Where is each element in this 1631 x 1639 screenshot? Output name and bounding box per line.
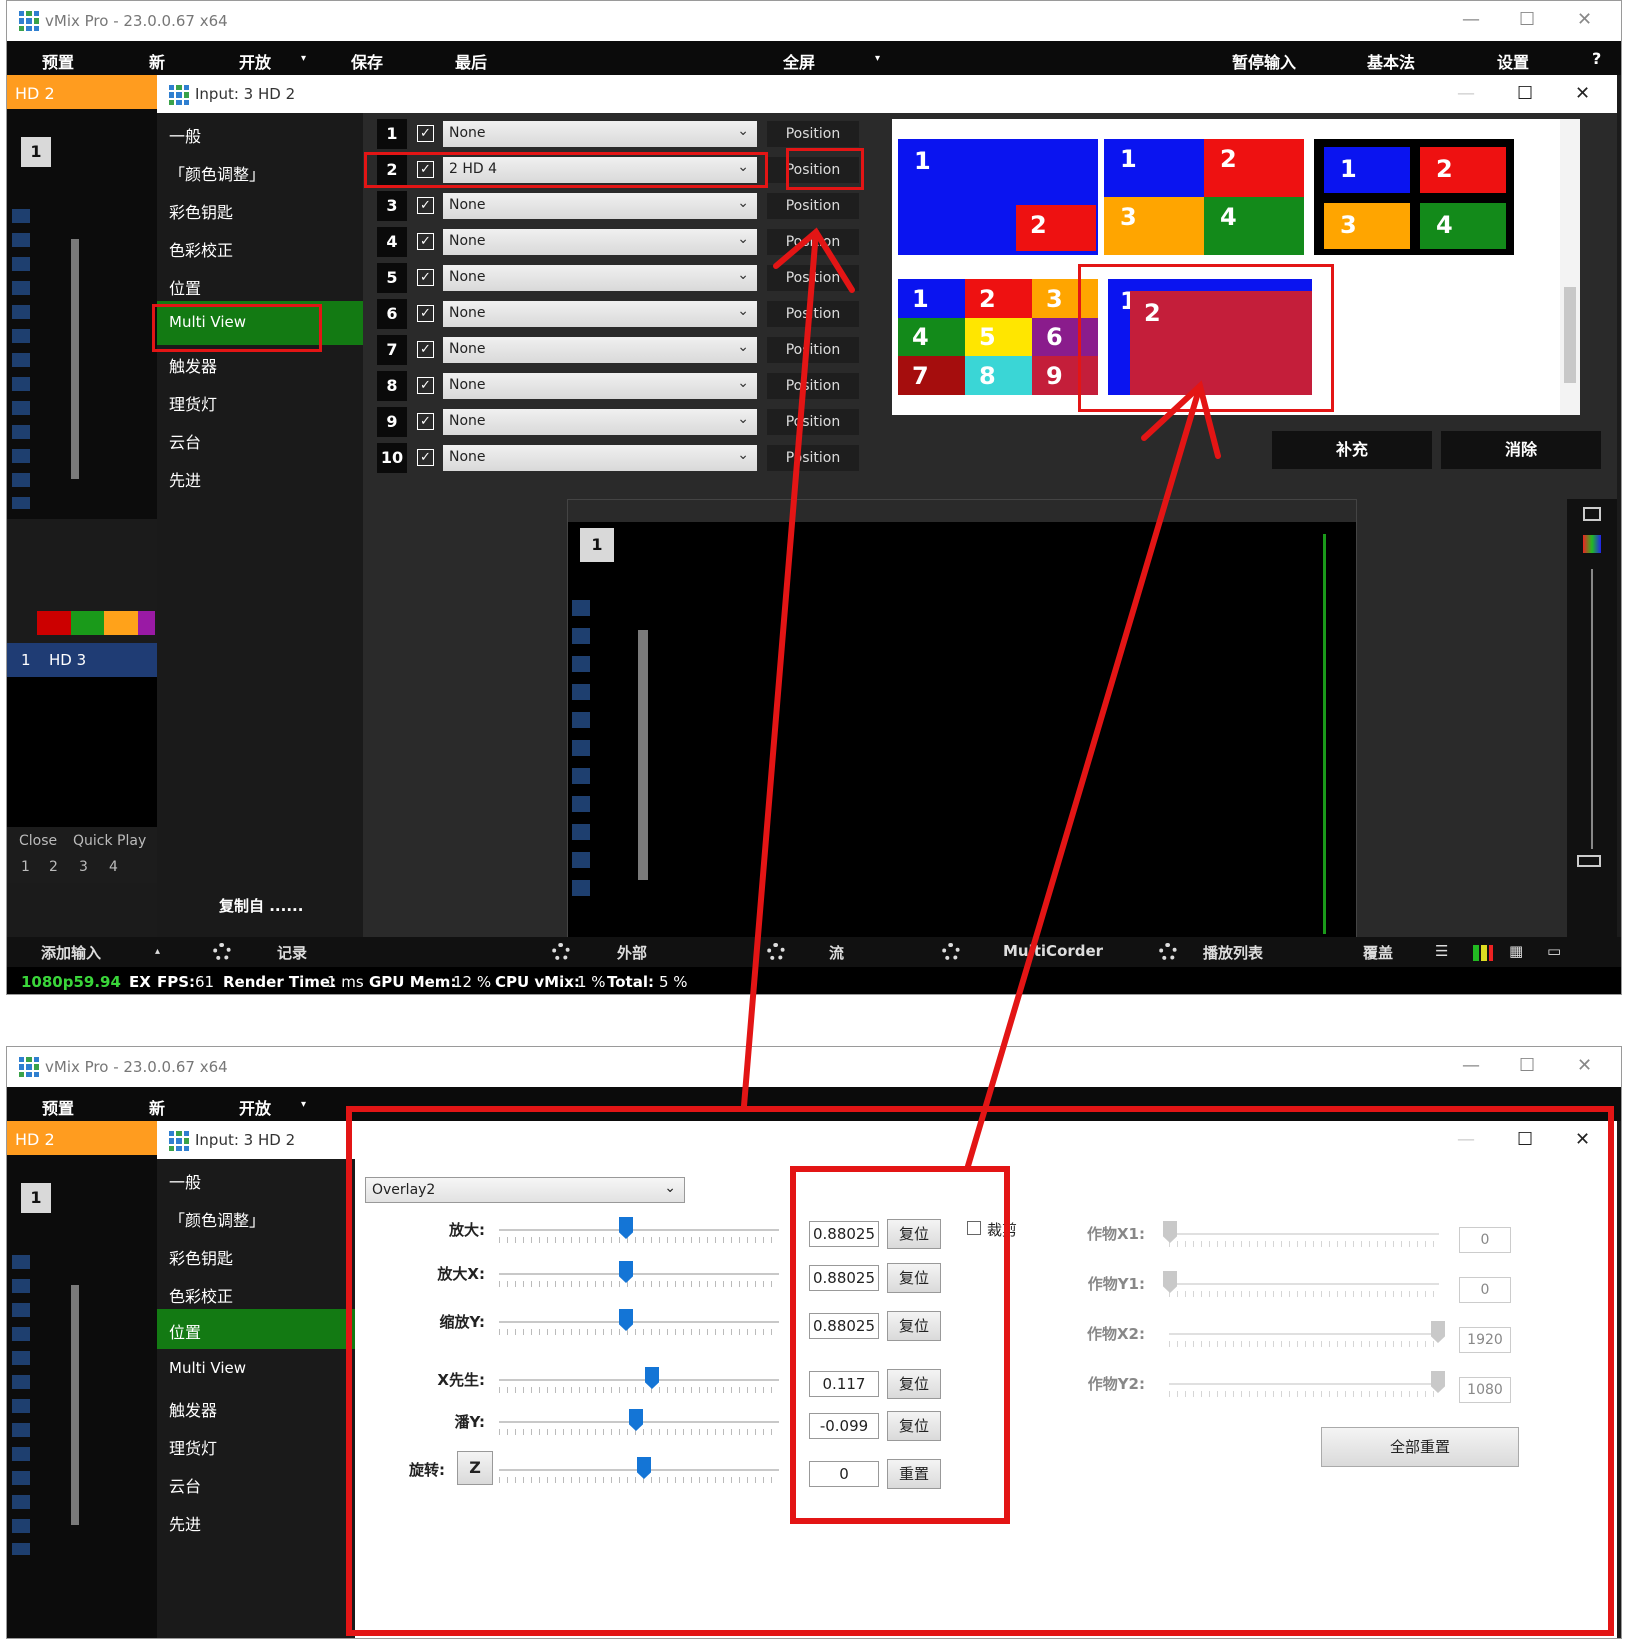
annotation-arrows [741,227,1221,1169]
arrow-to-position-button [741,229,819,1109]
arrow-to-layout [965,383,1203,1169]
